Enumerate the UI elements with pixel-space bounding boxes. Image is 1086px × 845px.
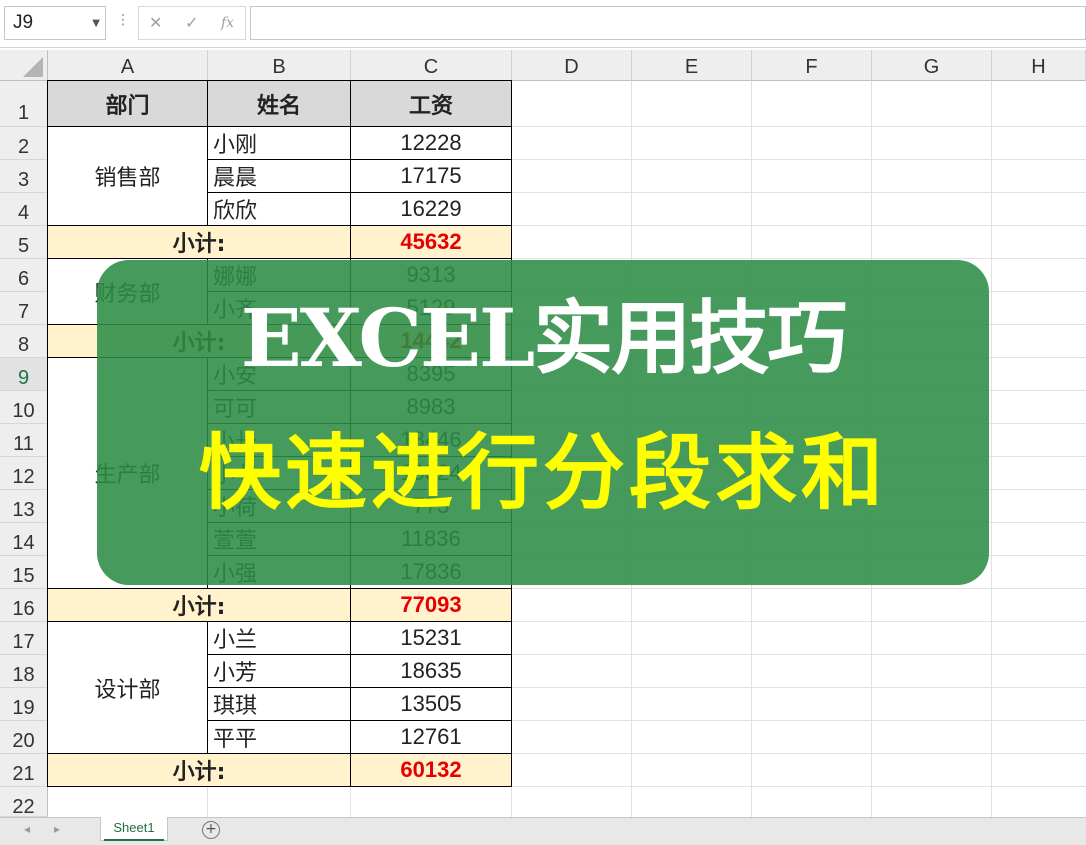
- cancel-icon[interactable]: ✕: [149, 13, 162, 32]
- name-cell[interactable]: 小兰: [207, 621, 351, 655]
- name-cell[interactable]: 小刚: [207, 126, 351, 160]
- sheet-tab[interactable]: Sheet1: [100, 817, 168, 841]
- subtotal-label-cell[interactable]: 小计:: [47, 225, 351, 259]
- row-header-22[interactable]: 22: [0, 787, 48, 818]
- column-header-h[interactable]: H: [992, 50, 1086, 81]
- salary-cell[interactable]: 15231: [350, 621, 512, 655]
- subtotal-value-cell[interactable]: 45632: [350, 225, 512, 259]
- select-all-button[interactable]: [0, 50, 48, 81]
- column-header-c[interactable]: C: [351, 50, 512, 81]
- sheet-tab-bar: ◂ ▸ Sheet1 +: [0, 817, 1086, 845]
- salary-cell[interactable]: 16229: [350, 192, 512, 226]
- chevron-down-icon[interactable]: ▼: [92, 18, 100, 29]
- department-cell[interactable]: 设计部: [47, 621, 208, 754]
- row-header-3[interactable]: 3: [0, 160, 48, 193]
- row-header-17[interactable]: 17: [0, 622, 48, 655]
- row-header-21[interactable]: 21: [0, 754, 48, 787]
- active-tab-indicator: [104, 839, 164, 841]
- name-box-value: J9: [13, 12, 34, 33]
- row-header-5[interactable]: 5: [0, 226, 48, 259]
- name-cell[interactable]: 小芳: [207, 654, 351, 688]
- select-all-icon: [23, 57, 43, 77]
- name-cell[interactable]: 平平: [207, 720, 351, 754]
- subtotal-label-cell[interactable]: 小计:: [47, 588, 351, 622]
- salary-cell[interactable]: 12228: [350, 126, 512, 160]
- name-box[interactable]: J9 ▼: [4, 6, 106, 40]
- enter-icon[interactable]: ✓: [185, 13, 198, 32]
- row-header-20[interactable]: 20: [0, 721, 48, 754]
- salary-cell[interactable]: 12761: [350, 720, 512, 754]
- row-header-16[interactable]: 16: [0, 589, 48, 622]
- add-sheet-icon[interactable]: +: [202, 821, 220, 839]
- column-header-d[interactable]: D: [512, 50, 632, 81]
- row-header-2[interactable]: 2: [0, 127, 48, 160]
- subtotal-value-cell[interactable]: 60132: [350, 753, 512, 787]
- header-cell[interactable]: 工资: [350, 80, 512, 127]
- formula-bar: J9 ▼ ⋮ ✕ ✓ fx: [0, 0, 1086, 48]
- subtotal-label-cell[interactable]: 小计:: [47, 753, 351, 787]
- scroll-left-icon[interactable]: ◂: [24, 822, 30, 836]
- row-header-19[interactable]: 19: [0, 688, 48, 721]
- column-header-b[interactable]: B: [208, 50, 351, 81]
- header-cell[interactable]: 姓名: [207, 80, 351, 127]
- scroll-right-icon[interactable]: ▸: [54, 822, 60, 836]
- salary-cell[interactable]: 13505: [350, 687, 512, 721]
- row-header-6[interactable]: 6: [0, 259, 48, 292]
- name-cell[interactable]: 晨晨: [207, 159, 351, 193]
- row-header-15[interactable]: 15: [0, 556, 48, 589]
- department-cell[interactable]: 销售部: [47, 126, 208, 226]
- more-options-icon[interactable]: ⋮: [116, 12, 130, 28]
- formula-input[interactable]: [250, 6, 1086, 40]
- column-header-a[interactable]: A: [48, 50, 208, 81]
- salary-cell[interactable]: 18635: [350, 654, 512, 688]
- name-cell[interactable]: 琪琪: [207, 687, 351, 721]
- banner-title: EXCEL实用技巧: [240, 291, 848, 385]
- formula-actions: ✕ ✓ fx: [138, 6, 246, 40]
- header-cell[interactable]: 部门: [47, 80, 208, 127]
- row-header-14[interactable]: 14: [0, 523, 48, 556]
- subtotal-value-cell[interactable]: 77093: [350, 588, 512, 622]
- column-header-g[interactable]: G: [872, 50, 992, 81]
- row-header-10[interactable]: 10: [0, 391, 48, 424]
- column-header-e[interactable]: E: [632, 50, 752, 81]
- name-cell[interactable]: 欣欣: [207, 192, 351, 226]
- salary-cell[interactable]: 17175: [350, 159, 512, 193]
- column-header-f[interactable]: F: [752, 50, 872, 81]
- insert-function-icon[interactable]: fx: [221, 15, 234, 31]
- row-header-1[interactable]: 1: [0, 81, 48, 127]
- row-header-4[interactable]: 4: [0, 193, 48, 226]
- banner-subtitle: 快速进行分段求和: [198, 426, 887, 521]
- row-header-18[interactable]: 18: [0, 655, 48, 688]
